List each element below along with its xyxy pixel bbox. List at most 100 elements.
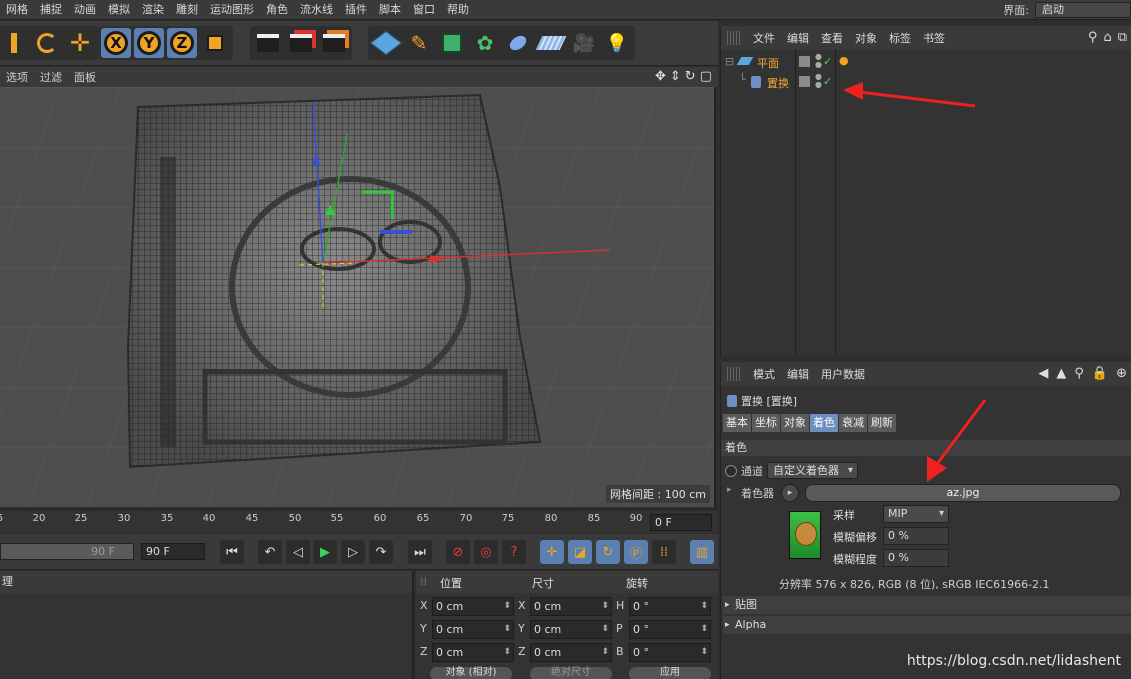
layout-select[interactable]: 启动 <box>1035 2 1131 18</box>
am-menu-edit[interactable]: 编辑 <box>781 366 815 382</box>
home-icon[interactable]: ⌂ <box>1103 30 1111 45</box>
go-to-end-icon[interactable]: ⏭ <box>408 540 432 564</box>
render-view-icon[interactable] <box>253 28 283 58</box>
position-x-field[interactable]: 0 cm <box>432 597 514 616</box>
move-tool-icon[interactable]: ✛ <box>65 28 95 58</box>
cube-icon[interactable] <box>369 28 403 58</box>
deformer-icon[interactable] <box>503 28 533 58</box>
record-keys-icon[interactable]: ⊘ <box>446 540 470 564</box>
mograph-cloner-icon[interactable]: ✿ <box>470 28 500 58</box>
tab-shading[interactable]: 着色 <box>810 414 838 432</box>
search-icon[interactable]: ⚲ <box>1074 366 1084 381</box>
om-menu-edit[interactable]: 编辑 <box>781 30 815 46</box>
prev-key-icon[interactable]: ↶ <box>258 540 282 564</box>
keyframe-selection-icon[interactable]: ? <box>502 540 526 564</box>
menu-snap[interactable]: 捕捉 <box>34 0 68 20</box>
new-view-icon[interactable]: ⊕ <box>1116 366 1127 381</box>
channel-select[interactable]: 自定义着色器 <box>767 462 858 479</box>
render-picture-viewer-icon[interactable] <box>286 28 316 58</box>
z-axis-lock-icon[interactable]: Z <box>167 28 197 58</box>
tab-coords[interactable]: 坐标 <box>752 414 780 432</box>
key-parameter-icon[interactable]: Ⓟ <box>624 540 648 564</box>
menu-animate[interactable]: 动画 <box>68 0 102 20</box>
rotate-tool-icon[interactable] <box>32 28 62 58</box>
visibility-dots-icon[interactable]: ● ● <box>815 53 822 69</box>
y-axis-lock-icon[interactable]: Y <box>134 28 164 58</box>
om-menu-tags[interactable]: 标签 <box>883 30 917 46</box>
go-to-start-icon[interactable]: ⏮ <box>220 540 244 564</box>
menu-character[interactable]: 角色 <box>260 0 294 20</box>
coordinate-mode-select[interactable]: 对象 (相对) <box>430 667 512 679</box>
pen-spline-icon[interactable]: ✎ <box>404 28 434 58</box>
next-key-icon[interactable]: ↷ <box>369 540 393 564</box>
am-menu-userdata[interactable]: 用户数据 <box>815 366 871 382</box>
blur-offset-field[interactable]: 0 % <box>883 527 949 545</box>
am-menu-mode[interactable]: 模式 <box>747 366 781 382</box>
om-menu-view[interactable]: 查看 <box>815 30 849 46</box>
menu-window[interactable]: 窗口 <box>407 0 441 20</box>
tree-collapse-icon[interactable]: ⊟ <box>725 55 734 68</box>
tab-falloff[interactable]: 衰减 <box>839 414 867 432</box>
tab-object[interactable]: 对象 <box>781 414 809 432</box>
menu-plugins[interactable]: 插件 <box>339 0 373 20</box>
visibility-dots-icon[interactable]: ● ● <box>815 73 822 89</box>
scale-tool-icon[interactable] <box>0 28 29 58</box>
dolly-icon[interactable]: ⇕ <box>670 69 681 84</box>
group-texture[interactable]: ▸ 贴图 <box>723 596 1131 614</box>
viewport-menu-panel[interactable]: 面板 <box>68 69 102 85</box>
shader-menu-icon[interactable]: ▸ <box>781 484 799 502</box>
size-y-field[interactable]: 0 cm <box>530 620 612 639</box>
object-name[interactable]: 平面 <box>757 55 779 71</box>
coordinate-system-icon[interactable] <box>200 28 230 58</box>
apply-button[interactable]: 应用 <box>629 667 711 679</box>
menu-help[interactable]: 帮助 <box>441 0 475 20</box>
pan-icon[interactable]: ✥ <box>655 69 666 84</box>
timeline-ruler[interactable]: 5 20 25 30 35 40 45 50 55 60 65 70 75 80… <box>0 509 718 533</box>
viewport-menu-options[interactable]: 选项 <box>0 69 34 85</box>
group-alpha[interactable]: ▸ Alpha <box>723 616 1131 634</box>
auto-key-icon[interactable]: ◎ <box>474 540 498 564</box>
rotation-h-field[interactable]: 0 ° <box>629 597 711 616</box>
search-icon[interactable]: ⚲ <box>1088 30 1098 45</box>
camera-icon[interactable]: 🎥 <box>569 28 599 58</box>
object-name[interactable]: 置换 <box>767 75 789 91</box>
render-settings-icon[interactable] <box>319 28 349 58</box>
position-z-field[interactable]: 0 cm <box>432 643 514 662</box>
up-arrow-icon[interactable]: ▲ <box>1056 366 1066 381</box>
floor-icon[interactable] <box>535 28 567 58</box>
phong-tag-icon[interactable]: ● <box>839 54 849 67</box>
layer-icon[interactable] <box>799 76 810 87</box>
channel-radio[interactable] <box>725 464 737 477</box>
viewport-menu-filter[interactable]: 过滤 <box>34 69 68 85</box>
menu-script[interactable]: 脚本 <box>373 0 407 20</box>
tab-basic[interactable]: 基本 <box>723 414 751 432</box>
key-rotation-icon[interactable]: ↻ <box>596 540 620 564</box>
lock-icon[interactable]: 🔒 <box>1092 366 1108 381</box>
object-row-plane[interactable]: ⊟ 平面 ● ● ✓ ● <box>721 53 1131 73</box>
menu-mesh[interactable]: 网格 <box>0 0 34 20</box>
3d-viewport[interactable]: 网格间距 : 100 cm <box>0 87 716 507</box>
key-pla-icon[interactable]: ⁞⁞ <box>652 540 676 564</box>
blur-scale-field[interactable]: 0 % <box>883 549 949 567</box>
om-menu-objects[interactable]: 对象 <box>849 30 883 46</box>
menu-simulate[interactable]: 模拟 <box>102 0 136 20</box>
end-frame-field[interactable]: 90 F <box>141 543 205 560</box>
om-menu-file[interactable]: 文件 <box>747 30 781 46</box>
size-x-field[interactable]: 0 cm <box>530 597 612 616</box>
size-z-field[interactable]: 0 cm <box>530 643 612 662</box>
menu-sculpt[interactable]: 雕刻 <box>170 0 204 20</box>
rotation-b-field[interactable]: 0 ° <box>629 643 711 662</box>
shader-file-button[interactable]: az.jpg <box>805 484 1121 502</box>
om-menu-bookmarks[interactable]: 书签 <box>917 30 951 46</box>
x-axis-lock-icon[interactable]: X <box>101 28 131 58</box>
new-view-icon[interactable]: ⧉ <box>1118 30 1127 45</box>
size-mode-select[interactable]: 绝对尺寸 <box>530 667 612 679</box>
subdivision-icon[interactable] <box>437 28 467 58</box>
layer-icon[interactable] <box>799 56 810 67</box>
next-frame-icon[interactable]: ▷ <box>341 540 365 564</box>
key-scale-icon[interactable]: ◪ <box>568 540 592 564</box>
rotation-p-field[interactable]: 0 ° <box>629 620 711 639</box>
sampling-select[interactable]: MIP <box>883 505 949 523</box>
back-arrow-icon[interactable]: ◀ <box>1038 366 1048 381</box>
timeline-window-icon[interactable]: ▥ <box>690 540 714 564</box>
